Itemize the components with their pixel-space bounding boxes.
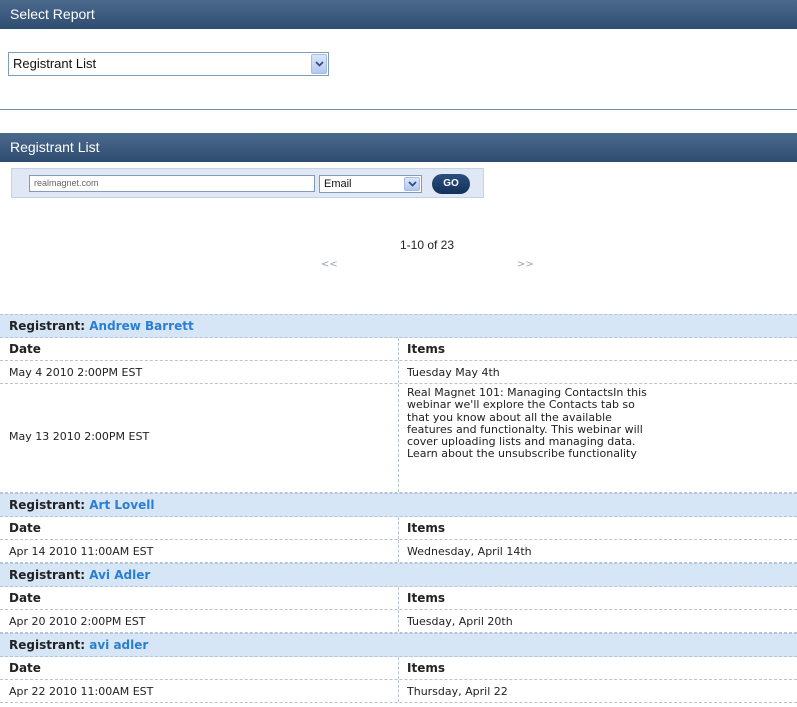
column-header-row: Date Items — [0, 587, 797, 610]
registrant-row: Registrant: Andrew Barrett — [0, 314, 797, 338]
items-column-header: Items — [407, 521, 445, 535]
date-column-header: Date — [9, 342, 41, 356]
search-bar: realmagnet.com Email GO — [11, 168, 484, 198]
registrant-label: Registrant: — [9, 319, 86, 333]
date-cell: Apr 20 2010 2:00PM EST — [9, 615, 146, 628]
date-column-header: Date — [9, 661, 41, 675]
date-cell: May 4 2010 2:00PM EST — [9, 366, 143, 379]
search-field-select[interactable]: Email — [319, 175, 422, 193]
pager-count: 1-10 of 23 — [399, 238, 455, 252]
registrant-name-link[interactable]: Avi Adler — [89, 568, 150, 582]
registrant-label: Registrant: — [9, 638, 86, 652]
pager-prev-link[interactable]: << — [321, 259, 338, 270]
search-field-value: Email — [324, 178, 352, 190]
column-header-row: Date Items — [0, 517, 797, 540]
column-header-row: Date Items — [0, 338, 797, 361]
report-select-value: Registrant List — [13, 56, 97, 71]
go-button[interactable]: GO — [432, 174, 470, 194]
date-column-header: Date — [9, 521, 41, 535]
section-divider — [0, 109, 797, 110]
registrant-label: Registrant: — [9, 498, 86, 512]
results-table: Registrant: Andrew Barrett Date Items Ma… — [0, 314, 797, 703]
registrant-label: Registrant: — [9, 568, 86, 582]
item-cell: Thursday, April 22 — [407, 685, 508, 698]
date-cell: Apr 22 2010 11:00AM EST — [9, 685, 154, 698]
chevron-down-icon[interactable] — [404, 177, 420, 191]
items-column-header: Items — [407, 342, 445, 356]
date-column-header: Date — [9, 591, 41, 605]
registrant-name-link[interactable]: Andrew Barrett — [89, 319, 193, 333]
item-cell: Wednesday, April 14th — [407, 545, 532, 558]
report-select[interactable]: Registrant List — [8, 52, 329, 76]
registrant-row: Registrant: avi adler — [0, 633, 797, 657]
registrant-row: Registrant: Art Lovell — [0, 493, 797, 517]
table-row: Apr 20 2010 2:00PM EST Tuesday, April 20… — [0, 610, 797, 633]
pager-next-link[interactable]: >> — [517, 259, 534, 270]
table-row: Apr 22 2010 11:00AM EST Thursday, April … — [0, 680, 797, 703]
items-column-header: Items — [407, 591, 445, 605]
items-column-header: Items — [407, 661, 445, 675]
select-report-header: Select Report — [0, 0, 797, 29]
registrant-name-link[interactable]: avi adler — [89, 638, 148, 652]
table-row: Apr 14 2010 11:00AM EST Wednesday, April… — [0, 540, 797, 563]
date-cell: Apr 14 2010 11:00AM EST — [9, 545, 154, 558]
table-row: May 13 2010 2:00PM EST Real Magnet 101: … — [0, 384, 797, 493]
table-row: May 4 2010 2:00PM EST Tuesday May 4th — [0, 361, 797, 384]
registrant-row: Registrant: Avi Adler — [0, 563, 797, 587]
search-input[interactable]: realmagnet.com — [29, 175, 315, 192]
chevron-down-icon[interactable] — [311, 54, 327, 74]
date-cell: May 13 2010 2:00PM EST — [9, 430, 150, 443]
registrant-name-link[interactable]: Art Lovell — [89, 498, 154, 512]
item-cell: Tuesday May 4th — [407, 366, 500, 379]
item-cell: Real Magnet 101: Managing ContactsIn thi… — [407, 386, 647, 461]
item-cell: Tuesday, April 20th — [407, 615, 513, 628]
column-header-row: Date Items — [0, 657, 797, 680]
registrant-list-header: Registrant List — [0, 133, 797, 162]
